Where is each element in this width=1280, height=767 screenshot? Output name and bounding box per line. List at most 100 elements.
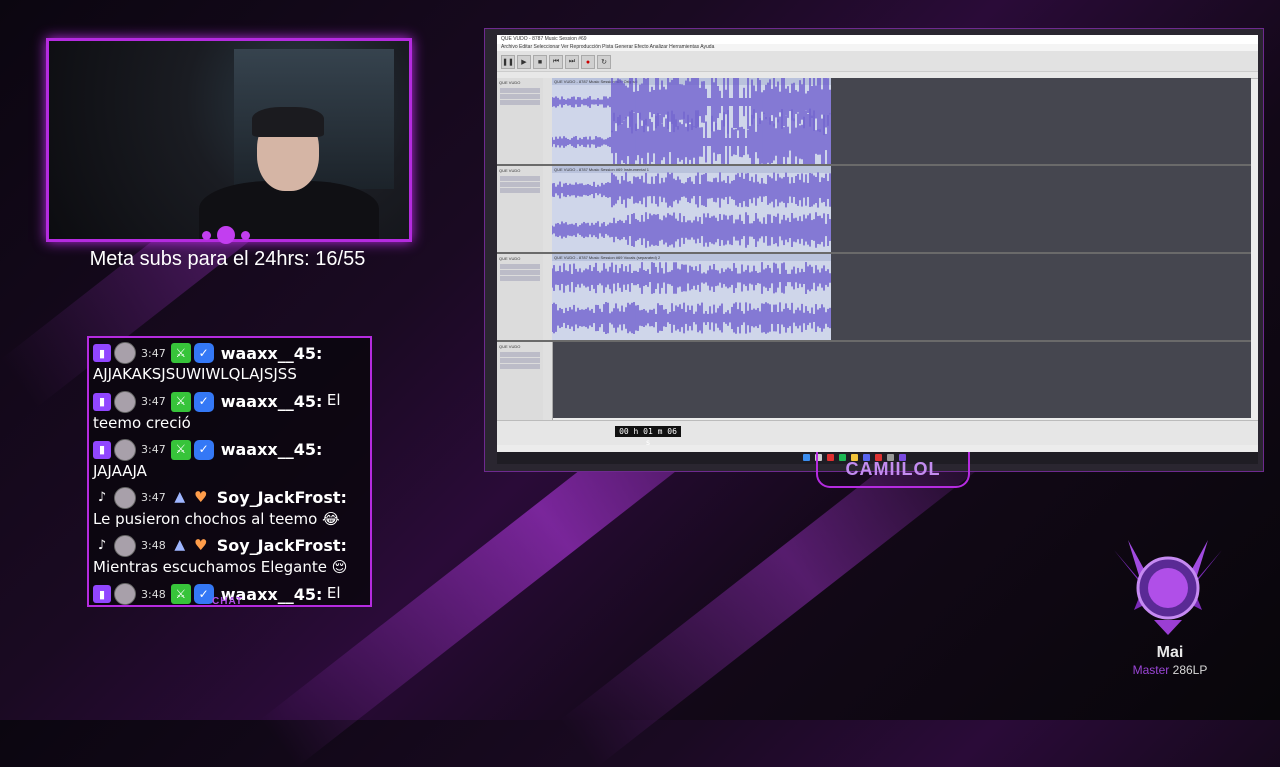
track-label: QUE VUDO: [499, 80, 521, 85]
record-button[interactable]: ●: [581, 55, 595, 69]
pause-button[interactable]: ❚❚: [501, 55, 515, 69]
chat-message: ▮ 3:47 ⚔ ✓ waaxx__45: El teemo creció: [89, 386, 370, 435]
webcam-frame: [46, 38, 412, 242]
window-title: QUE VUDO - 8787 Music Session #69: [497, 35, 1258, 44]
audio-clip[interactable]: QUE VUDO - 8787 Music Session #69 Origin…: [552, 78, 831, 164]
skip-end-button[interactable]: ⏭: [565, 55, 579, 69]
mute-button[interactable]: [500, 88, 540, 93]
chat-username: waaxx__45:: [220, 440, 323, 459]
selection-toolbar: 00 h 01 m 06 s: [497, 420, 1258, 447]
tiktok-icon: ♪: [97, 490, 107, 505]
skip-start-button[interactable]: ⏮: [549, 55, 563, 69]
rank-lp: 286LP: [1172, 663, 1208, 677]
rank-tier-name: Master: [1132, 663, 1170, 677]
verified-badge-icon: ✓: [193, 584, 214, 604]
chat-username: Soy_JackFrost:: [216, 536, 347, 555]
transport-toolbar: ❚❚ ▶ ■ ⏮ ⏭ ● ↻: [497, 51, 1258, 72]
audacity-window[interactable]: QUE VUDO - 8787 Music Session #69 Archiv…: [497, 35, 1258, 453]
twitch-icon: ▮: [93, 392, 111, 411]
solo-button[interactable]: [500, 270, 540, 275]
mute-button[interactable]: [500, 264, 540, 269]
heart-badge-icon: ♥: [193, 488, 208, 506]
avatar: [114, 342, 136, 364]
audio-track[interactable]: QUE VUDO QUE VUDO - 8787 Music Session #…: [497, 78, 1251, 166]
time-display: 00 h 01 m 06 s: [615, 426, 681, 447]
indicator-dot: [241, 230, 250, 240]
indicator-dot-center: [217, 226, 235, 244]
tiktok-icon: ♪: [97, 538, 107, 553]
stop-button[interactable]: ■: [533, 55, 547, 69]
heart-badge-icon: ♥: [193, 536, 208, 554]
channel-name: CAMIILOL: [845, 459, 941, 479]
subs-goal: Meta subs para el 24hrs: 16/55: [89, 248, 366, 270]
sword-badge-icon: ⚔: [170, 343, 191, 363]
twitch-icon: ▮: [93, 344, 111, 362]
triangle-badge-icon: ▲: [174, 489, 186, 505]
avatar: [114, 486, 136, 509]
verified-badge-icon: ✓: [193, 391, 214, 412]
mute-button[interactable]: [500, 176, 540, 181]
verified-badge-icon: ✓: [193, 343, 214, 363]
track-scale: [543, 342, 553, 428]
effects-button[interactable]: [500, 276, 540, 281]
waveform: [552, 78, 831, 164]
message-time: 3:47: [141, 395, 166, 408]
avatar: [114, 390, 136, 413]
chat-text: El: [326, 583, 341, 602]
effects-button[interactable]: [500, 364, 540, 369]
message-time: 3:47: [141, 443, 166, 456]
twitch-icon: ▮: [93, 585, 111, 603]
track-controls[interactable]: QUE VUDO: [497, 342, 544, 428]
webcam-indicator: [202, 226, 250, 244]
track-controls[interactable]: QUE VUDO: [497, 78, 544, 164]
mute-button[interactable]: [500, 352, 540, 357]
chat-message: ♪ 3:48 ▲ ♥ Soy_JackFrost: Mientras escuchamo…: [89, 531, 370, 579]
sword-badge-icon: ⚔: [170, 584, 191, 604]
indicator-dot: [202, 230, 211, 240]
chat-message: ▮ 3:47 ⚔ ✓ waaxx__45: AJJAKAKSJSUWIWLQLAJSJS…: [89, 338, 370, 386]
effects-button[interactable]: [500, 188, 540, 193]
track-label: QUE VUDO: [499, 344, 521, 349]
audio-track[interactable]: QUE VUDO: [497, 342, 1251, 430]
chat-text: Le pusieron chochos al teemo 😂: [93, 509, 340, 528]
menu-bar[interactable]: Archivo Editar Seleccionar Ver Reproducc…: [497, 44, 1258, 51]
chat-message: ▮ 3:47 ⚔ ✓ waaxx__45: JAJAAJA: [89, 435, 370, 483]
solo-button[interactable]: [500, 182, 540, 187]
audio-track[interactable]: QUE VUDO QUE VUDO - 8787 Music Session #…: [497, 166, 1251, 254]
track-label: QUE VUDO: [499, 168, 521, 173]
triangle-badge-icon: ▲: [174, 537, 186, 553]
waveform: [552, 172, 831, 248]
audio-clip[interactable]: QUE VUDO - 8787 Music Session #69 Instru…: [552, 166, 831, 252]
loop-button[interactable]: ↻: [597, 55, 611, 69]
chat-text: JAJAAJA: [93, 461, 147, 480]
track-label: QUE VUDO: [499, 256, 521, 261]
sword-badge-icon: ⚔: [170, 391, 191, 412]
message-time: 3:48: [141, 539, 166, 552]
master-rank-emblem: [1114, 540, 1222, 635]
audio-clip[interactable]: QUE VUDO - 8787 Music Session #69 Vocals…: [552, 254, 831, 340]
twitch-icon: ▮: [93, 440, 111, 459]
chat-message: ♪ 3:47 ▲ ♥ Soy_JackFrost: Le pusieron chocho…: [89, 483, 370, 531]
tracks-area[interactable]: QUE VUDO QUE VUDO - 8787 Music Session #…: [497, 78, 1251, 430]
chat-username: waaxx__45:: [220, 392, 323, 411]
track-controls[interactable]: QUE VUDO: [497, 254, 544, 340]
message-time: 3:47: [141, 491, 166, 504]
solo-button[interactable]: [500, 358, 540, 363]
start-icon[interactable]: [803, 454, 810, 461]
rank-tier: Master 286LP: [1100, 663, 1240, 677]
message-time: 3:47: [141, 346, 166, 360]
chat-username: waaxx__45:: [220, 343, 323, 363]
play-button[interactable]: ▶: [517, 55, 531, 69]
effects-button[interactable]: [500, 100, 540, 105]
chat-box: ▮ 3:47 ⚔ ✓ waaxx__45: AJJAKAKSJSUWIWLQLAJSJS…: [87, 336, 372, 607]
avatar: [114, 438, 136, 461]
chat-username: Soy_JackFrost:: [216, 488, 347, 507]
waveform: [552, 262, 831, 334]
avatar: [114, 534, 136, 557]
avatar: [114, 583, 136, 605]
track-controls[interactable]: QUE VUDO: [497, 166, 544, 252]
solo-button[interactable]: [500, 94, 540, 99]
rank-player-name: Mai: [1156, 644, 1184, 661]
chat-label: CHAT: [212, 596, 244, 607]
audio-track[interactable]: QUE VUDO QUE VUDO - 8787 Music Session #…: [497, 254, 1251, 342]
